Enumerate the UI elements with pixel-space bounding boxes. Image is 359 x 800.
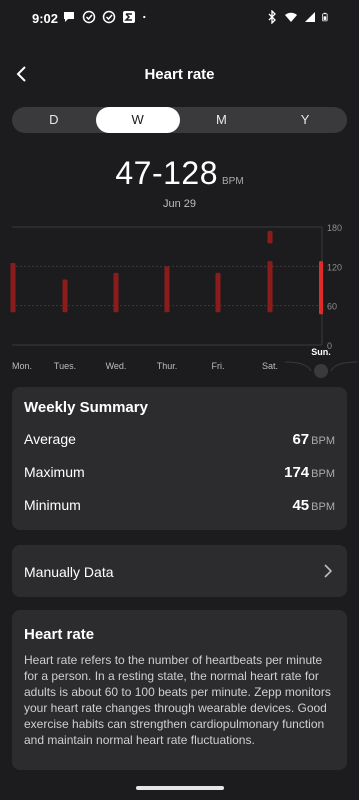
chart-bar — [267, 261, 273, 313]
summary-value: 45 — [292, 497, 310, 514]
page-title: Heart rate — [144, 66, 215, 83]
weekly-heart-rate-chart[interactable]: 180120600Mon. Tues. Wed. Thur. Fri. Sat.Sun. — [0, 215, 359, 385]
weekly-summary-card: Weekly Summary Average 67 BPM Maximum 174… — [12, 387, 347, 530]
heart-rate-info-card: Heart rate Heart rate refers to the numb… — [12, 610, 347, 770]
summary-value: 67 — [292, 431, 310, 448]
tab-week[interactable]: W — [95, 107, 180, 133]
check-circle-icon — [102, 10, 116, 24]
wifi-icon — [285, 12, 297, 22]
dot-icon — [143, 15, 146, 19]
tab-year[interactable]: Y — [263, 107, 347, 133]
summary-unit: BPM — [311, 468, 335, 480]
range-value: 47-128 — [115, 155, 218, 191]
summary-row-maximum: Maximum 174 BPM — [24, 464, 335, 484]
info-title: Heart rate — [24, 626, 95, 643]
summary-label: Maximum — [24, 464, 85, 480]
check-circle-icon — [82, 10, 96, 24]
info-body: Heart rate refers to the number of heart… — [24, 653, 331, 747]
x-tick-label: Thur. — [157, 361, 178, 371]
summary-row-minimum: Minimum 45 BPM — [24, 497, 335, 517]
y-tick-label: 180 — [327, 223, 342, 233]
x-tick-label: Tues. — [54, 361, 76, 371]
y-tick-label: 120 — [327, 262, 342, 272]
x-tick-label: Mon. — [12, 361, 32, 371]
chart-bar — [215, 272, 221, 313]
selection-handle — [314, 364, 328, 378]
period-tabs: D W M Y — [12, 107, 347, 133]
x-tick-label: Fri. — [212, 361, 225, 371]
system-icons — [265, 10, 331, 24]
signal-icon — [305, 12, 315, 22]
chart-bar — [62, 279, 68, 313]
range-date: Jun 29 — [162, 198, 197, 210]
y-tick-label: 60 — [327, 302, 337, 312]
battery-icon — [322, 12, 328, 22]
heart-rate-range: 47-128 BPM — [0, 155, 359, 192]
summary-unit: BPM — [311, 501, 335, 513]
x-tick-label: Sat. — [262, 361, 278, 371]
heart-rate-screen: 9:02 Heart rate D W M Y 47-128 BPM Jun 2… — [0, 0, 359, 800]
tab-month[interactable]: M — [180, 107, 264, 133]
header: Heart rate — [0, 54, 359, 94]
chart-bar — [319, 261, 323, 315]
bluetooth-icon — [268, 10, 276, 24]
chart-bar — [10, 263, 16, 313]
summary-unit: BPM — [311, 435, 335, 447]
summary-label: Minimum — [24, 497, 81, 513]
chevron-right-icon — [324, 564, 333, 578]
chat-icon — [64, 12, 74, 22]
x-tick-label: Sun. — [311, 347, 331, 357]
range-unit: BPM — [221, 176, 244, 187]
sigma-icon — [123, 11, 135, 23]
summary-row-average: Average 67 BPM — [24, 431, 335, 451]
chart-outlier-bar — [267, 230, 273, 244]
summary-value: 174 — [284, 464, 310, 481]
manual-data-row[interactable]: Manually Data — [12, 545, 347, 597]
notification-icons — [62, 10, 150, 24]
home-indicator[interactable] — [136, 786, 224, 790]
manual-data-label: Manually Data — [24, 564, 114, 580]
summary-label: Average — [24, 431, 76, 447]
status-bar: 9:02 — [0, 0, 359, 38]
status-time: 9:02 — [32, 11, 59, 26]
chart-bar — [164, 266, 170, 313]
tab-day[interactable]: D — [12, 107, 96, 133]
x-tick-label: Wed. — [106, 361, 127, 371]
chart-bar — [113, 272, 119, 313]
summary-title: Weekly Summary — [24, 399, 148, 416]
